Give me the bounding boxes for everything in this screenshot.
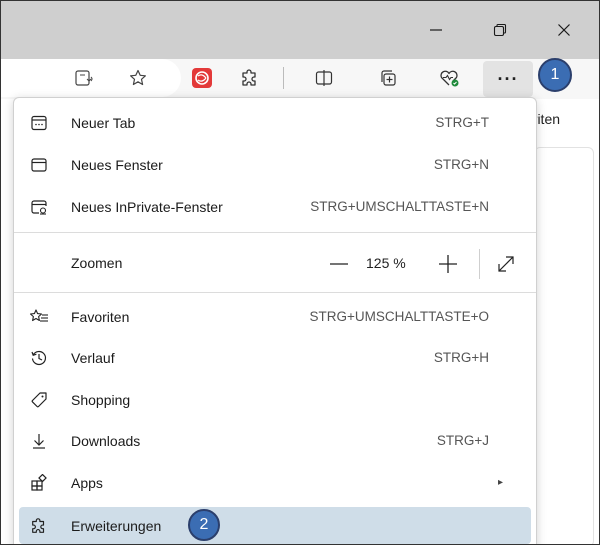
favorite-button[interactable] <box>118 59 158 97</box>
full-screen-button[interactable] <box>493 251 519 277</box>
toolbar-separator <box>283 67 284 89</box>
extensions-icon <box>28 515 49 536</box>
step-badge-2: 2 <box>188 509 220 541</box>
minimize-button[interactable] <box>409 9 463 51</box>
zoom-level: 125 % <box>366 255 406 271</box>
menu-divider <box>14 232 536 233</box>
menu-item-label: Downloads <box>71 432 141 449</box>
menu-item-new-tab[interactable]: Neuer Tab STRG+T <box>19 104 531 141</box>
favorite-star-icon <box>130 69 146 86</box>
zoom-in-button[interactable] <box>433 251 463 277</box>
menu-item-label: Favoriten <box>71 308 130 325</box>
menu-item-shortcut: STRG+T <box>435 115 489 130</box>
full-screen-icon <box>498 256 514 272</box>
shopping-tag-icon <box>28 389 49 410</box>
menu-item-favorites[interactable]: Favoriten STRG+UMSCHALTTASTE+O <box>19 298 531 335</box>
background-card <box>534 147 594 544</box>
download-icon <box>28 430 49 451</box>
menu-item-label: Verlauf <box>71 349 115 366</box>
menu-item-label: Shopping <box>71 391 131 408</box>
menu-item-history[interactable]: Verlauf STRG+H <box>19 339 531 376</box>
menu-item-label: Erweiterungen <box>71 517 162 534</box>
step-badge-1: 1 <box>538 58 572 92</box>
history-icon <box>28 347 49 368</box>
settings-menu: Neuer Tab STRG+T Neues Fenster STRG+N Ne… <box>13 97 537 544</box>
browser-essentials-icon <box>440 70 459 87</box>
restore-button[interactable] <box>473 9 527 51</box>
menu-item-new-inprivate-window[interactable]: Neues InPrivate-Fenster STRG+UMSCHALTTAS… <box>19 188 531 225</box>
reader-view-icon <box>75 70 93 86</box>
browser-essentials-button[interactable] <box>429 59 469 97</box>
reader-view-button[interactable] <box>64 59 104 97</box>
menu-item-downloads[interactable]: Downloads STRG+J <box>19 422 531 459</box>
menu-item-shortcut: STRG+J <box>436 433 489 448</box>
menu-item-shortcut: STRG+UMSCHALTTASTE+O <box>309 309 489 324</box>
menu-divider <box>14 292 536 293</box>
menu-item-shortcut: STRG+N <box>433 157 489 172</box>
settings-and-more-button[interactable]: ··· <box>483 61 533 97</box>
restore-icon <box>493 23 507 37</box>
apps-icon <box>28 472 49 493</box>
menu-item-shortcut: STRG+UMSCHALTTASTE+N <box>310 199 489 214</box>
menu-item-apps[interactable]: Apps ▸ <box>19 464 531 501</box>
minus-icon <box>330 263 348 265</box>
minimize-icon <box>430 29 442 31</box>
menu-item-new-window[interactable]: Neues Fenster STRG+N <box>19 146 531 183</box>
menu-item-label: Neues Fenster <box>71 156 163 173</box>
split-screen-button[interactable] <box>304 59 344 97</box>
menu-item-shopping[interactable]: Shopping <box>19 381 531 418</box>
zoom-separator <box>479 249 480 279</box>
menu-item-shortcut: STRG+H <box>433 350 489 365</box>
new-window-icon <box>28 154 49 175</box>
submenu-arrow-icon: ▸ <box>497 477 503 488</box>
zoom-row: Zoomen 125 % <box>19 241 531 287</box>
plus-icon <box>439 255 457 273</box>
close-icon <box>558 24 570 36</box>
collections-icon <box>381 70 396 86</box>
close-window-button[interactable] <box>537 9 591 51</box>
collections-button[interactable] <box>368 59 408 97</box>
browser-toolbar: ··· <box>1 59 599 99</box>
browser-window: ··· oriten n 1 Neuer Tab STRG+T <box>0 0 600 545</box>
extension-red-icon <box>192 68 212 88</box>
extensions-puzzle-icon <box>242 69 256 86</box>
menu-item-label: Neuer Tab <box>71 114 136 131</box>
menu-item-label: Neues InPrivate-Fenster <box>71 198 223 215</box>
inprivate-window-icon <box>28 196 49 217</box>
title-bar <box>1 1 599 59</box>
menu-item-label: Apps <box>71 474 103 491</box>
zoom-out-button[interactable] <box>324 251 354 277</box>
extensions-button[interactable] <box>230 59 270 97</box>
menu-item-extensions[interactable]: Erweiterungen <box>19 507 531 544</box>
favorites-icon <box>28 306 49 327</box>
new-tab-icon <box>28 112 49 133</box>
red-extension-button[interactable] <box>182 59 222 97</box>
split-screen-icon <box>315 70 333 86</box>
zoom-label: Zoomen <box>71 255 123 271</box>
